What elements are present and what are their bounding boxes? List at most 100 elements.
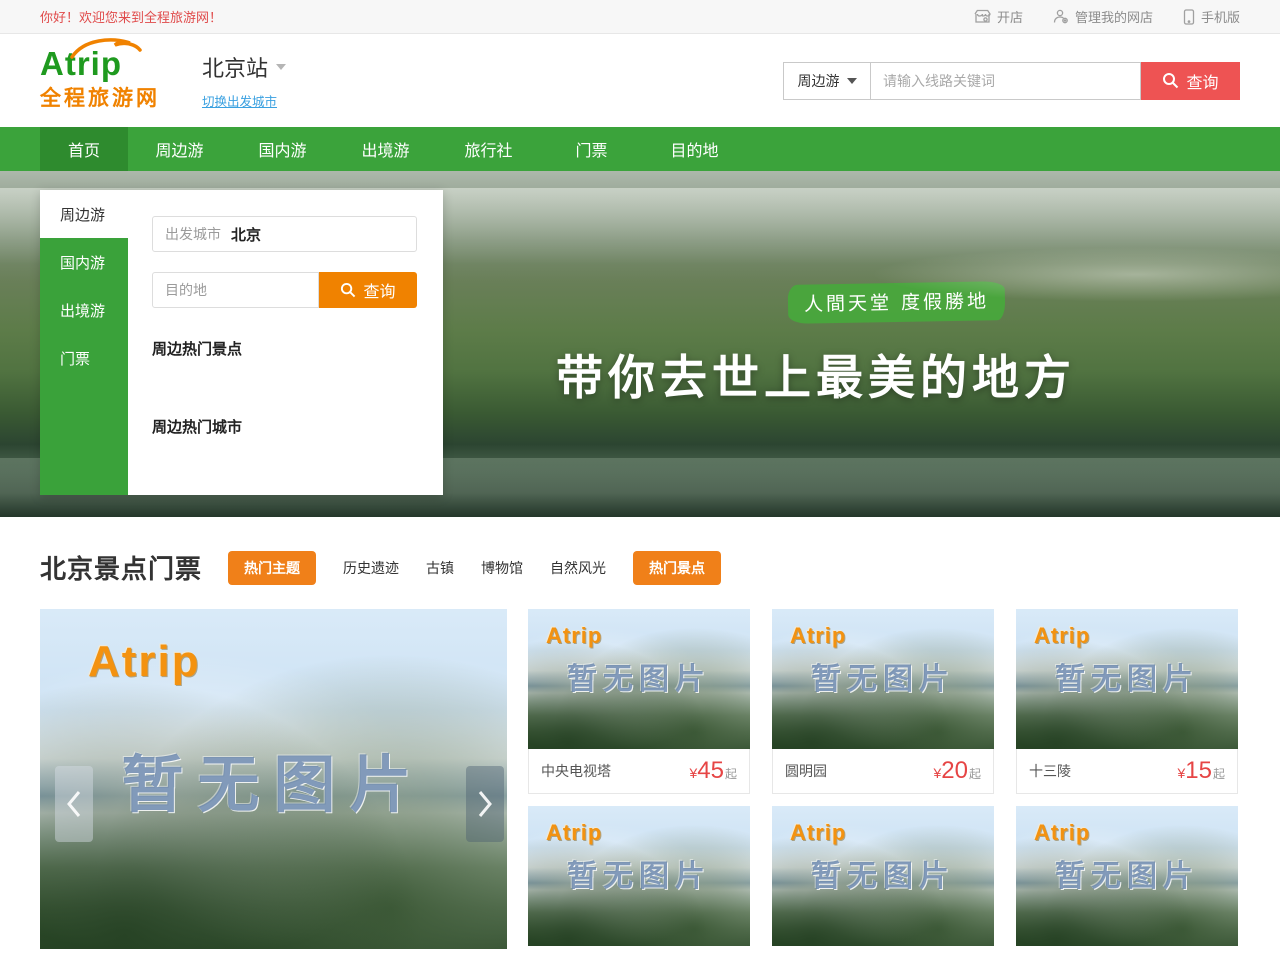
price-suffix: 起 — [1213, 765, 1225, 782]
sidebar-tab-tickets[interactable]: 门票 — [40, 334, 128, 382]
price-value: 45 — [697, 759, 724, 783]
destination-input[interactable] — [152, 272, 319, 308]
chevron-down-icon — [276, 64, 286, 70]
card-price: ¥45起 — [689, 759, 737, 783]
card-name: 中央电视塔 — [541, 761, 611, 781]
hero-tagline-text: 人間天堂 度假勝地 — [804, 290, 989, 315]
search-icon — [1162, 72, 1179, 89]
no-image-placeholder-text: 暂无图片 — [1055, 851, 1199, 895]
chevron-left-icon — [66, 790, 82, 818]
tour-search-sidebar: 周边游 国内游 出境游 门票 出发城市 北京 查询 周边热门景点 周边热门城市 — [40, 190, 443, 495]
search-category-select[interactable]: 周边游 — [783, 62, 871, 100]
depart-city-value: 北京 — [231, 224, 261, 245]
mobile-version-link[interactable]: 手机版 — [1183, 7, 1240, 26]
logo-swoosh-icon — [68, 37, 142, 59]
featured-carousel-card[interactable]: Atrip 暂无图片 — [40, 609, 507, 949]
placeholder-logo: Atrip — [88, 637, 201, 687]
card-image-placeholder: Atrip 暂无图片 — [528, 806, 750, 946]
price-value: 15 — [1185, 759, 1212, 783]
currency-symbol: ¥ — [933, 765, 941, 781]
price-suffix: 起 — [969, 765, 981, 782]
chevron-down-icon — [847, 78, 857, 84]
placeholder-logo: Atrip — [790, 820, 846, 846]
ticket-card[interactable]: Atrip 暂无图片 — [1016, 806, 1238, 946]
tab-hot-spots[interactable]: 热门景点 — [633, 551, 721, 585]
currency-symbol: ¥ — [689, 765, 697, 781]
placeholder-logo: Atrip — [546, 820, 602, 846]
currency-symbol: ¥ — [1177, 765, 1185, 781]
open-shop-label: 开店 — [997, 7, 1023, 26]
main-nav: 首页 周边游 国内游 出境游 旅行社 门票 目的地 — [0, 127, 1280, 171]
phone-icon — [1183, 9, 1195, 25]
nav-item-travel-agency[interactable]: 旅行社 — [437, 127, 540, 171]
ticket-card[interactable]: Atrip 暂无图片 — [528, 806, 750, 946]
nav-item-destinations[interactable]: 目的地 — [643, 127, 746, 171]
sidebar-search-label: 查询 — [363, 278, 395, 302]
tab-museums[interactable]: 博物馆 — [481, 558, 523, 578]
ticket-cards-grid: Atrip 暂无图片 中央电视塔 ¥45起 Atrip 暂无图片 圆明园 ¥20… — [528, 609, 1240, 949]
nav-item-domestic-tours[interactable]: 国内游 — [231, 127, 334, 171]
search-button[interactable]: 查询 — [1141, 62, 1240, 100]
sidebar-tab-nearby[interactable]: 周边游 — [40, 190, 128, 238]
placeholder-logo: Atrip — [1034, 820, 1090, 846]
card-image-placeholder: Atrip 暂无图片 — [1016, 806, 1238, 946]
depart-city-field[interactable]: 出发城市 北京 — [152, 216, 417, 252]
ticket-filter-tabs: 热门主题 历史遗迹 古镇 博物馆 自然风光 热门景点 — [228, 551, 721, 585]
nav-item-home[interactable]: 首页 — [40, 127, 128, 171]
no-image-placeholder-text: 暂无图片 — [121, 734, 425, 824]
card-image-placeholder: Atrip 暂无图片 — [772, 609, 994, 749]
card-name: 十三陵 — [1029, 761, 1071, 781]
search-category-value: 周边游 — [798, 71, 840, 91]
card-price: ¥15起 — [1177, 759, 1225, 783]
carousel-prev-button[interactable] — [55, 766, 93, 842]
card-caption: 圆明园 ¥20起 — [772, 749, 994, 794]
tab-ancient-towns[interactable]: 古镇 — [426, 558, 454, 578]
mobile-version-label: 手机版 — [1201, 7, 1240, 26]
no-image-placeholder-text: 暂无图片 — [811, 654, 955, 698]
tab-natural-scenery[interactable]: 自然风光 — [550, 558, 606, 578]
search-icon — [340, 282, 356, 298]
ticket-card-cctv-tower[interactable]: Atrip 暂无图片 中央电视塔 ¥45起 — [528, 609, 750, 794]
manage-shop-label: 管理我的网店 — [1075, 7, 1153, 26]
tab-hot-themes[interactable]: 热门主题 — [228, 551, 316, 585]
sidebar-search-button[interactable]: 查询 — [319, 272, 417, 308]
sidebar-search-panel: 出发城市 北京 查询 周边热门景点 周边热门城市 — [128, 190, 443, 495]
sidebar-tab-domestic[interactable]: 国内游 — [40, 238, 128, 286]
search-input[interactable] — [871, 62, 1141, 100]
section-title: 北京景点门票 — [40, 549, 202, 586]
sidebar-tab-outbound[interactable]: 出境游 — [40, 286, 128, 334]
nav-item-tickets[interactable]: 门票 — [540, 127, 643, 171]
station-name: 北京站 — [202, 51, 268, 83]
topbar-links: 开店 管理我的网店 手机版 — [974, 7, 1240, 26]
nav-item-outbound-tours[interactable]: 出境游 — [334, 127, 437, 171]
search-button-label: 查询 — [1186, 69, 1218, 93]
logo-a: A — [40, 45, 65, 82]
tab-historic-sites[interactable]: 历史遗迹 — [343, 558, 399, 578]
site-logo[interactable]: Atrip 全程旅游网 — [40, 49, 180, 112]
card-image-placeholder: Atrip 暂无图片 — [528, 609, 750, 749]
city-station-selector[interactable]: 北京站 — [202, 51, 286, 83]
user-gear-icon — [1053, 9, 1069, 24]
carousel-next-button[interactable] — [466, 766, 504, 842]
card-image-placeholder: Atrip 暂无图片 — [772, 806, 994, 946]
card-image-placeholder: Atrip 暂无图片 — [1016, 609, 1238, 749]
nav-item-nearby-tours[interactable]: 周边游 — [128, 127, 231, 171]
no-image-placeholder-text: 暂无图片 — [811, 851, 955, 895]
header-search-group: 周边游 查询 — [783, 62, 1240, 100]
destination-search-row: 查询 — [152, 272, 417, 308]
ticket-card[interactable]: Atrip 暂无图片 — [772, 806, 994, 946]
welcome-message: 你好！欢迎您来到全程旅游网！ — [40, 7, 222, 26]
no-image-placeholder-text: 暂无图片 — [1055, 654, 1199, 698]
card-price: ¥20起 — [933, 759, 981, 783]
card-name: 圆明园 — [785, 761, 827, 781]
hot-spots-heading: 周边热门景点 — [152, 338, 443, 359]
no-image-placeholder-text: 暂无图片 — [567, 851, 711, 895]
open-shop-link[interactable]: 开店 — [974, 7, 1023, 26]
ticket-card-yuanmingyuan[interactable]: Atrip 暂无图片 圆明园 ¥20起 — [772, 609, 994, 794]
ticket-card-ming-tombs[interactable]: Atrip 暂无图片 十三陵 ¥15起 — [1016, 609, 1238, 794]
switch-city-link[interactable]: 切换出发城市 — [202, 91, 277, 110]
no-image-placeholder-text: 暂无图片 — [567, 654, 711, 698]
price-value: 20 — [941, 759, 968, 783]
manage-shop-link[interactable]: 管理我的网店 — [1053, 7, 1153, 26]
depart-city-label: 出发城市 — [165, 224, 221, 244]
